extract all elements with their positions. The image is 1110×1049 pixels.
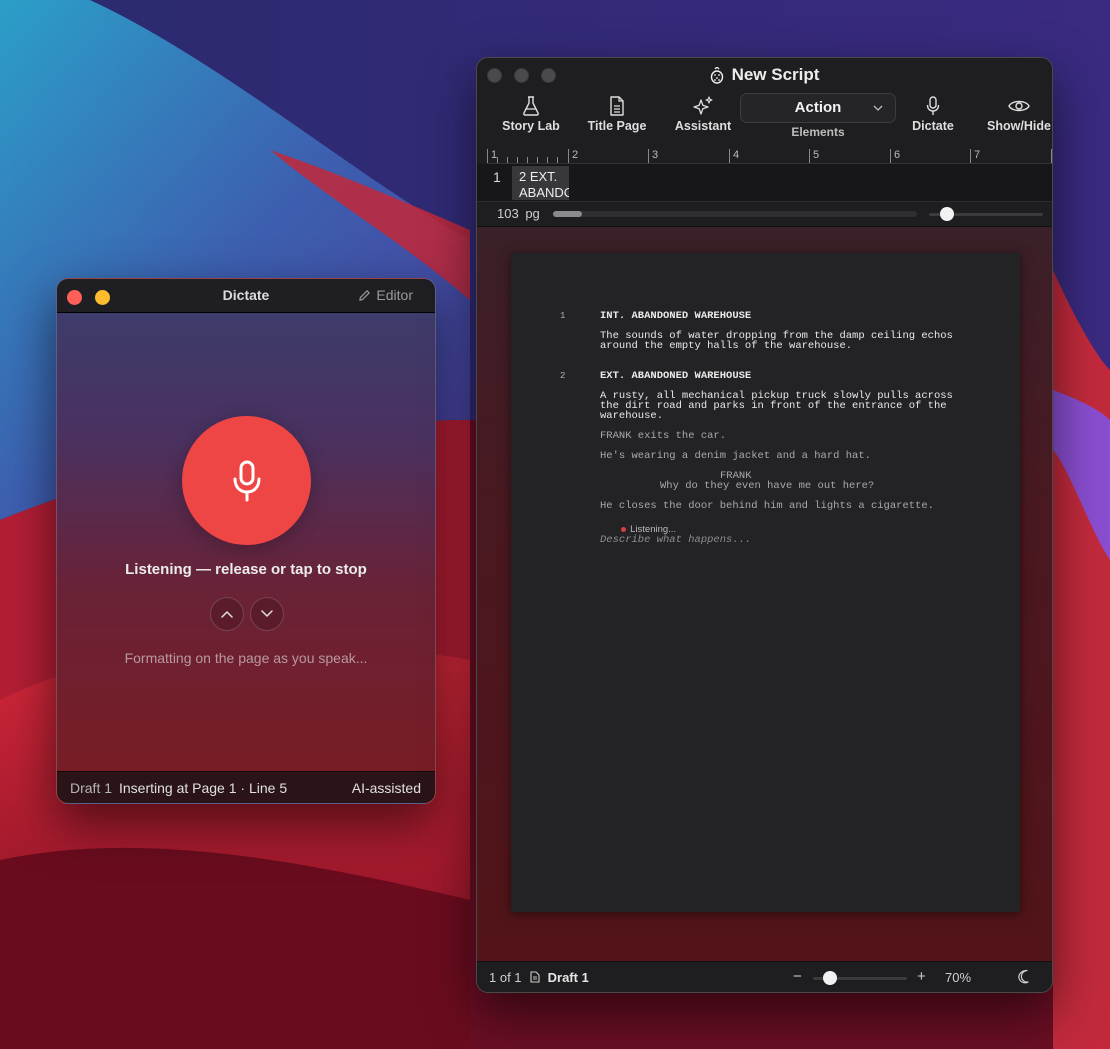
- show-hide-label: Show/Hide: [987, 119, 1051, 133]
- scene-heading: INT. ABANDONED WAREHOUSE: [600, 310, 752, 322]
- ruler-label: 5: [813, 149, 820, 161]
- recording-dot-icon: [621, 526, 627, 532]
- story-lab-button[interactable]: Story Lab: [491, 96, 571, 133]
- action-line: He's wearing a denim jacket and a hard h…: [600, 450, 871, 462]
- scene-navigator: 1 2 EXT. ABANDONED: [477, 164, 1052, 201]
- scene-number: 2: [560, 371, 566, 381]
- page-indicator: 1 of 1: [489, 970, 522, 985]
- scale-slider-knob[interactable]: [940, 207, 955, 221]
- action-line: FRANK exits the car.: [600, 430, 727, 442]
- chevron-down-icon: [873, 94, 883, 122]
- editor-button[interactable]: Editor: [358, 287, 413, 303]
- page-count-value: 103: [497, 206, 519, 221]
- action-line: around the empty halls of the warehouse.: [600, 340, 853, 352]
- current-scene-number[interactable]: 1: [493, 169, 501, 185]
- show-hide-button[interactable]: Show/Hide: [979, 96, 1052, 133]
- dictate-label: Dictate: [912, 119, 954, 133]
- page-navigation-bar: 103 pg: [477, 201, 1052, 227]
- draft-selector[interactable]: Draft 1: [530, 970, 589, 985]
- elements-label: Elements: [791, 125, 845, 139]
- pencil-icon: [359, 289, 371, 301]
- page-progress-bar[interactable]: [553, 211, 917, 217]
- ruler-label: 1: [491, 149, 498, 161]
- script-status-bar: 1 of 1 Draft 1 − + 70%: [477, 961, 1052, 992]
- scene-number: 1: [560, 311, 566, 321]
- dictate-status-bar: Draft 1 Inserting at Page 1 · Line 5 AI-…: [57, 771, 435, 803]
- action-line: warehouse.: [600, 410, 664, 422]
- script-window: New Script Story Lab Title Page Assistan…: [476, 57, 1053, 993]
- microphone-icon: [926, 96, 940, 115]
- draft-label: Draft 1: [547, 970, 589, 985]
- insert-position: Inserting at Page 1 · Line 5: [119, 780, 288, 796]
- listening-status-text: Listening — release or tap to stop: [125, 561, 367, 578]
- ruler-label: 6: [894, 149, 901, 161]
- scene-card-line: 2 EXT.: [519, 169, 558, 184]
- title-page-label: Title Page: [587, 119, 647, 133]
- dark-mode-toggle[interactable]: [1017, 969, 1032, 987]
- chevron-up-icon: [221, 610, 233, 618]
- sparkles-icon: [693, 96, 713, 115]
- formatting-hint: Formatting on the page as you speak...: [124, 650, 368, 666]
- ruler-label: 4: [733, 149, 740, 161]
- microphone-icon: [233, 460, 260, 501]
- ruler: 1 2 3 4 5 6 7: [487, 146, 1052, 164]
- previous-button[interactable]: [210, 597, 244, 631]
- page-count: 103 pg: [497, 206, 540, 221]
- moon-icon: [1018, 969, 1029, 984]
- ruler-label: 7: [974, 149, 981, 161]
- chevron-down-icon: [261, 610, 273, 618]
- script-titlebar: New Script Story Lab Title Page Assistan…: [477, 58, 1052, 201]
- zoom-level: 70%: [945, 970, 972, 985]
- action-placeholder[interactable]: Describe what happens...: [600, 535, 751, 546]
- editor-canvas: 1 INT. ABANDONED WAREHOUSE The sounds of…: [477, 227, 1052, 963]
- page-progress-fill: [553, 211, 583, 217]
- script-page[interactable]: 1 INT. ABANDONED WAREHOUSE The sounds of…: [511, 253, 1020, 912]
- dialogue-line: Why do they even have me out here?: [660, 480, 875, 492]
- window-title-text: New Script: [731, 65, 820, 84]
- dictate-titlebar: Dictate Editor: [57, 279, 435, 313]
- next-button[interactable]: [250, 597, 284, 631]
- draft-label: Draft 1: [70, 780, 113, 796]
- document-icon: [610, 96, 624, 116]
- page-count-unit: pg: [525, 206, 540, 221]
- zoom-slider-knob[interactable]: [822, 971, 837, 985]
- dictate-button[interactable]: Dictate: [893, 96, 973, 133]
- scene-card[interactable]: 2 EXT. ABANDONED: [512, 166, 569, 200]
- flask-icon: [523, 96, 539, 116]
- record-button[interactable]: [182, 416, 311, 545]
- editor-label: Editor: [376, 287, 413, 303]
- assistant-label: Assistant: [674, 119, 732, 133]
- zoom-in-button[interactable]: +: [917, 968, 926, 985]
- ai-assisted-label: AI-assisted: [351, 780, 421, 796]
- element-type-value: Action: [794, 99, 842, 116]
- ruler-label: 2: [572, 149, 579, 161]
- title-page-button[interactable]: Title Page: [577, 96, 657, 133]
- story-lab-label: Story Lab: [502, 119, 560, 133]
- ruler-label: 3: [652, 149, 659, 161]
- element-type-select[interactable]: Action: [740, 93, 896, 123]
- dictate-window: Dictate Editor Listening — release or ta…: [56, 278, 436, 804]
- assistant-button[interactable]: Assistant: [663, 96, 743, 133]
- eye-icon: [1008, 100, 1030, 112]
- scene-heading: EXT. ABANDONED WAREHOUSE: [600, 370, 752, 382]
- zoom-out-button[interactable]: −: [793, 968, 802, 985]
- document-icon: [530, 971, 540, 983]
- scene-card-line: ABANDONED: [519, 185, 569, 200]
- app-logo-icon: [710, 66, 723, 84]
- window-title: New Script: [477, 65, 1052, 85]
- action-line: He closes the door behind him and lights…: [600, 500, 934, 512]
